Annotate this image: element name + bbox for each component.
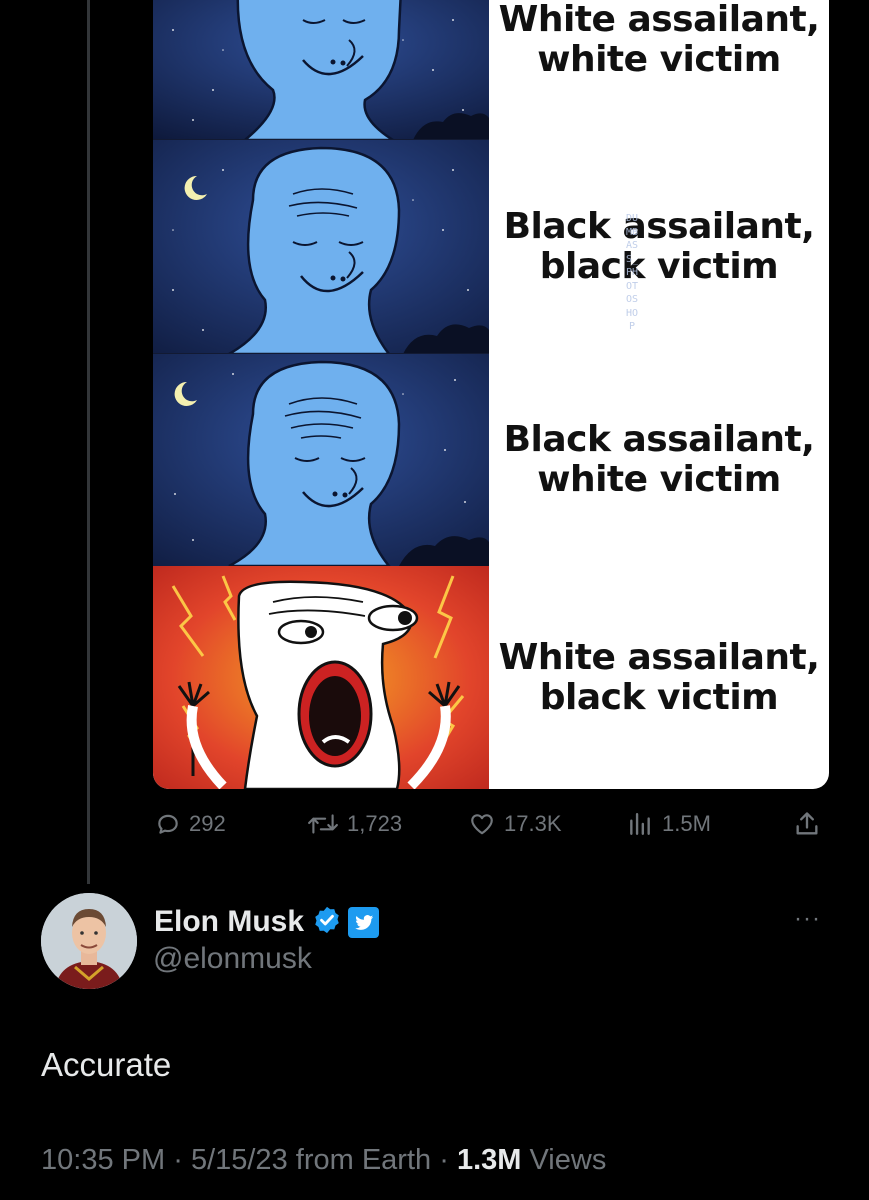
tweet-views-count[interactable]: 1.3M xyxy=(457,1144,521,1176)
avatar[interactable] xyxy=(41,893,137,989)
more-options-icon[interactable]: ··· xyxy=(794,905,821,933)
meme-caption-3: Black assailant, white victim xyxy=(503,419,815,500)
author-handle[interactable]: @elonmusk xyxy=(153,942,312,976)
reply-count: 292 xyxy=(189,811,226,836)
reply-button[interactable]: 292 xyxy=(155,806,226,842)
wojak-screaming xyxy=(153,566,489,789)
reply-icon xyxy=(155,811,181,837)
tweet-meta: 10:35 PM · 5/15/23 from Earth · 1.3M Vie… xyxy=(41,1144,606,1177)
tweet-text: Accurate xyxy=(41,1046,172,1083)
analytics-icon xyxy=(626,811,654,837)
tweet-action-bar: 292 1,723 17.3K 1.5M xyxy=(0,806,869,842)
tweet-date[interactable]: 5/15/23 xyxy=(191,1144,288,1176)
meme-caption-4: White assailant, black victim xyxy=(498,636,820,718)
retweet-button[interactable]: 1,723 xyxy=(307,806,402,842)
views-count: 1.5M xyxy=(662,811,711,836)
wojak-calm-3 xyxy=(153,354,489,566)
twitter-bird-icon[interactable] xyxy=(348,906,380,938)
retweet-count: 1,723 xyxy=(347,811,403,836)
meme-panel-1: White assailant, white victim xyxy=(153,0,829,140)
meta-separator: · xyxy=(173,1144,183,1176)
heart-icon xyxy=(468,811,496,837)
wojak-calm-2 xyxy=(153,140,489,354)
views-button[interactable]: 1.5M xyxy=(626,806,711,842)
author-display-name[interactable]: Elon Musk xyxy=(154,905,304,939)
tweet-source: from Earth xyxy=(295,1144,432,1176)
share-button[interactable] xyxy=(793,806,821,842)
meme-watermark: DUMBASS_PHOTOSHOP xyxy=(625,213,639,332)
tweet-views-label: Views xyxy=(529,1144,607,1176)
author-name-row: Elon Musk xyxy=(154,900,380,944)
tweet-time[interactable]: 10:35 PM xyxy=(41,1144,165,1176)
meta-separator: · xyxy=(439,1144,449,1176)
meme-caption-1: White assailant, white victim xyxy=(498,0,820,80)
thread-connector-line xyxy=(87,0,90,884)
wojak-calm-1 xyxy=(153,0,489,140)
verified-badge-icon[interactable] xyxy=(312,905,342,940)
meme-panel-2: Black assailant, black victim xyxy=(153,140,829,354)
meme-panel-3: Black assailant, white victim xyxy=(153,354,829,566)
share-icon xyxy=(793,810,821,838)
retweet-icon xyxy=(307,811,339,837)
tweet-media-image[interactable]: White assailant, white victim Black assa… xyxy=(153,0,829,789)
like-count: 17.3K xyxy=(504,811,562,836)
meme-panel-4: White assailant, black victim xyxy=(153,566,829,789)
like-button[interactable]: 17.3K xyxy=(468,806,562,842)
meme-caption-2: Black assailant, black victim xyxy=(503,206,815,287)
